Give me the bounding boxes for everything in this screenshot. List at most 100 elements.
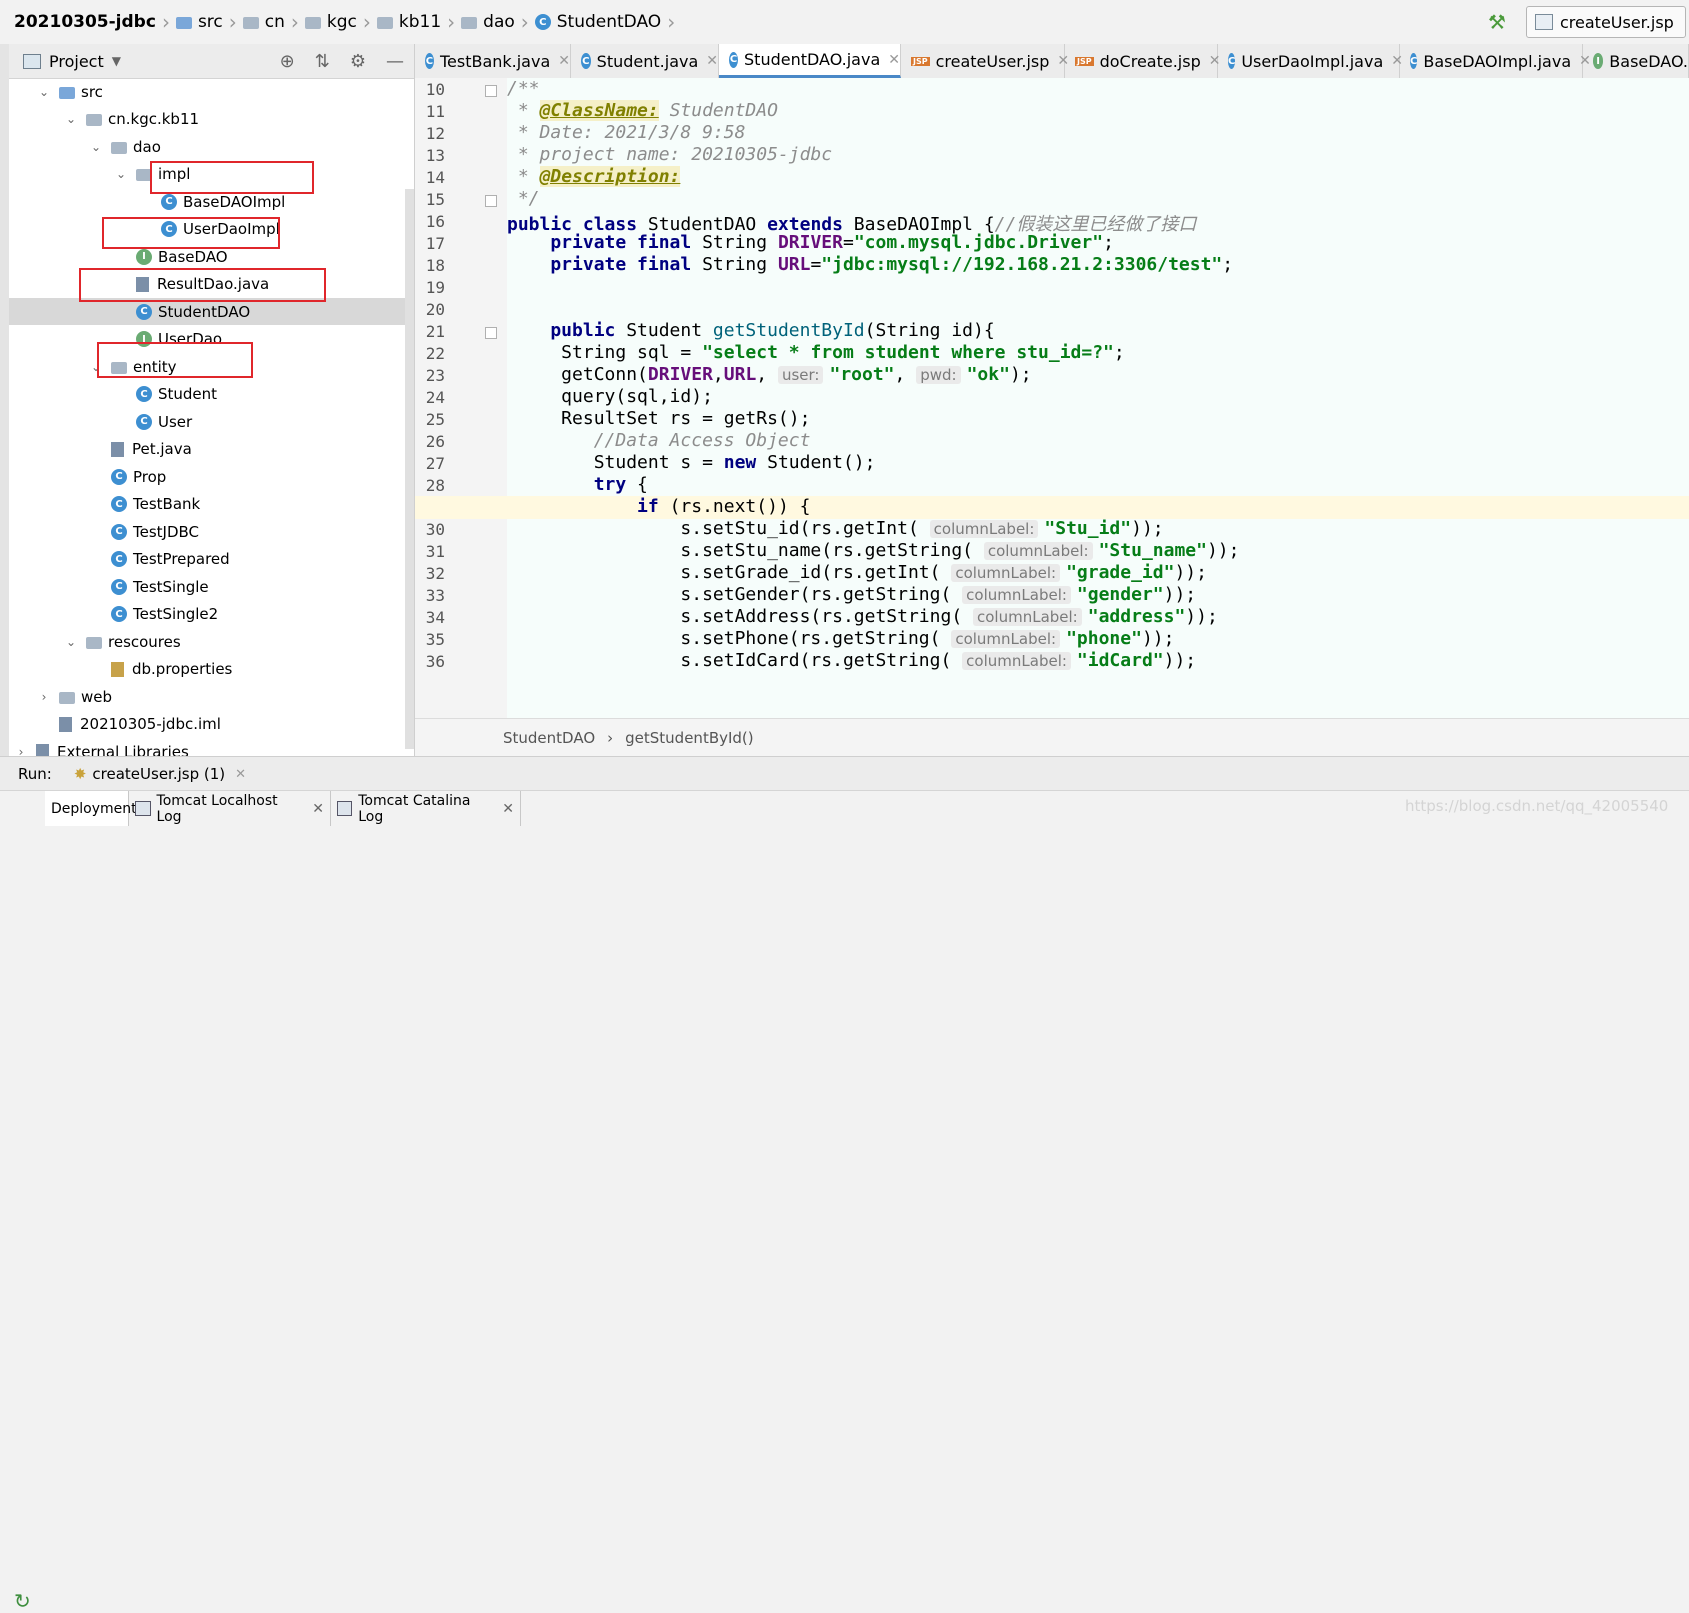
file-icon: [59, 716, 72, 732]
jsp-file-icon: JSP: [911, 56, 930, 66]
class-icon: C: [111, 578, 127, 595]
line-number: 20: [425, 300, 445, 319]
chevron-right-icon[interactable]: ›: [37, 690, 51, 704]
highlight-box-basedao: [102, 217, 280, 249]
tree-item-label: TestBank: [133, 495, 201, 513]
nav-method[interactable]: getStudentById(): [625, 729, 754, 747]
tab-createuser[interactable]: JSP createUser.jsp ✕: [901, 44, 1069, 78]
breadcrumb-studentdao[interactable]: StudentDAO: [557, 12, 661, 32]
line-number: 21: [425, 322, 445, 341]
code-line-11: * @ClassName: StudentDAO: [507, 100, 778, 121]
tree-item-cn-kgc-kb11[interactable]: ⌄ cn.kgc.kb11: [9, 106, 414, 133]
tree-item-studentdao[interactable]: C StudentDAO: [9, 298, 414, 325]
code-line-14: * @Description:: [507, 166, 681, 187]
tab-basedao[interactable]: I BaseDAO.: [1583, 44, 1689, 78]
rerun-icon[interactable]: ↻: [14, 1589, 31, 1613]
locate-icon[interactable]: ⊕: [280, 51, 295, 72]
tree-item-label: rescoures: [108, 632, 181, 651]
folder-icon: [175, 17, 192, 29]
chevron-down-icon[interactable]: ⌄: [114, 167, 128, 181]
line-number: 36: [425, 652, 445, 671]
class-icon: C: [136, 413, 152, 430]
breadcrumb: 20210305-jdbc › src › cn › kgc › kb11 › …: [0, 0, 681, 44]
tree-item-web[interactable]: › web: [9, 683, 414, 710]
fold-marker-icon[interactable]: [485, 85, 497, 97]
line-number: 33: [425, 586, 445, 605]
close-icon[interactable]: ✕: [502, 801, 514, 817]
tree-item-dao[interactable]: ⌄ dao: [9, 133, 414, 160]
run-configuration-select[interactable]: createUser.jsp: [1526, 6, 1686, 38]
class-icon: C: [1228, 53, 1236, 69]
tab-label: createUser.jsp: [935, 51, 1050, 71]
tree-item-testsingle[interactable]: C TestSingle: [9, 573, 414, 600]
run-tab-label: createUser.jsp (1): [92, 765, 226, 783]
code-line-33: s.setGender(rs.getString( columnLabel: "g…: [507, 584, 1197, 605]
line-number: 22: [425, 344, 445, 363]
close-icon[interactable]: ✕: [235, 767, 246, 782]
breadcrumb-kb11[interactable]: kb11: [399, 12, 441, 32]
tab-deployment[interactable]: Deployment: [45, 791, 137, 826]
tree-item-20210305-jdbc-iml[interactable]: 20210305-jdbc.iml: [9, 711, 414, 738]
tree-item-db-properties[interactable]: db.properties: [9, 656, 414, 683]
close-icon[interactable]: ✕: [888, 52, 900, 68]
code-area[interactable]: /** * @ClassName: StudentDAO * Date: 202…: [415, 78, 1689, 718]
code-line-31: s.setStu_name(rs.getString( columnLabel:…: [507, 540, 1240, 561]
close-icon[interactable]: ✕: [558, 53, 570, 69]
folder-icon: [461, 17, 478, 29]
project-scrollbar[interactable]: [405, 189, 414, 749]
tree-item-user[interactable]: C User: [9, 408, 414, 435]
nav-class[interactable]: StudentDAO: [503, 729, 595, 747]
properties-file-icon: [111, 661, 124, 677]
fold-marker-icon[interactable]: [485, 327, 497, 339]
gear-icon[interactable]: ⚙: [350, 51, 366, 72]
highlight-box-studentdao: [79, 268, 326, 302]
breadcrumb-dao[interactable]: dao: [483, 12, 515, 32]
minimize-icon[interactable]: —: [386, 51, 404, 72]
breadcrumb-project[interactable]: 20210305-jdbc: [14, 12, 156, 32]
run-configuration-label: createUser.jsp: [1560, 12, 1674, 32]
tree-item-testprepared[interactable]: C TestPrepared: [9, 546, 414, 573]
tree-item-label: 20210305-jdbc.iml: [80, 715, 221, 733]
breadcrumb-cn[interactable]: cn: [265, 12, 285, 32]
chevron-down-icon[interactable]: ⌄: [89, 140, 103, 154]
line-number: 17: [425, 234, 445, 253]
tab-studentdao[interactable]: C StudentDAO.java ✕: [719, 44, 901, 78]
tab-student[interactable]: C Student.java ✕: [571, 44, 719, 78]
tab-label: doCreate.jsp: [1099, 51, 1201, 71]
tree-item-testbank[interactable]: C TestBank: [9, 491, 414, 518]
close-icon[interactable]: ✕: [706, 53, 718, 69]
folder-icon: [111, 141, 127, 154]
tab-basedaoimpl[interactable]: C BaseDAOImpl.java ✕: [1400, 44, 1591, 78]
tree-item-student[interactable]: C Student: [9, 381, 414, 408]
chevron-down-icon[interactable]: ⌄: [37, 85, 51, 99]
build-hammer-icon[interactable]: ⚒: [1488, 10, 1506, 34]
tab-testbank[interactable]: C TestBank.java ✕: [415, 44, 571, 78]
tree-item-prop[interactable]: C Prop: [9, 463, 414, 490]
run-tab-createuser[interactable]: ✸ createUser.jsp (1) ✕: [74, 765, 246, 783]
code-line-26: //Data Access Object: [507, 430, 811, 451]
tree-item-rescoures[interactable]: ⌄ rescoures: [9, 628, 414, 655]
tree-item-label: BaseDAOImpl: [183, 192, 286, 211]
close-icon[interactable]: ✕: [312, 801, 324, 817]
tree-item-testsingle2[interactable]: C TestSingle2: [9, 601, 414, 628]
tab-userdaoimpl[interactable]: C UserDaoImpl.java ✕: [1218, 44, 1403, 78]
tree-item-src[interactable]: ⌄ src: [9, 78, 414, 105]
project-panel-title[interactable]: Project: [49, 52, 104, 71]
collapse-all-icon[interactable]: ⇅: [315, 51, 330, 72]
tab-tomcat-catalina-log[interactable]: Tomcat Catalina Log ✕: [331, 791, 521, 826]
file-icon: [111, 441, 124, 457]
code-line-29: if (rs.next()) {: [637, 496, 811, 517]
code-line-36: s.setIdCard(rs.getString( columnLabel: "i…: [507, 650, 1197, 671]
tab-docreate[interactable]: JSP doCreate.jsp ✕: [1065, 44, 1220, 78]
tree-item-pet-java[interactable]: Pet.java: [9, 436, 414, 463]
fold-marker-icon[interactable]: [485, 195, 497, 207]
tree-item-label: Pet.java: [132, 440, 192, 458]
breadcrumb-src[interactable]: src: [198, 12, 223, 32]
breadcrumb-kgc[interactable]: kgc: [327, 12, 357, 32]
tree-item-testjdbc[interactable]: C TestJDBC: [9, 518, 414, 545]
chevron-down-icon[interactable]: ⌄: [64, 112, 78, 126]
chevron-down-icon[interactable]: ⌄: [64, 635, 78, 649]
tab-tomcat-localhost-log[interactable]: Tomcat Localhost Log ✕: [129, 791, 331, 826]
chevron-down-icon[interactable]: ▼: [112, 54, 121, 68]
line-number: 12: [425, 124, 445, 143]
